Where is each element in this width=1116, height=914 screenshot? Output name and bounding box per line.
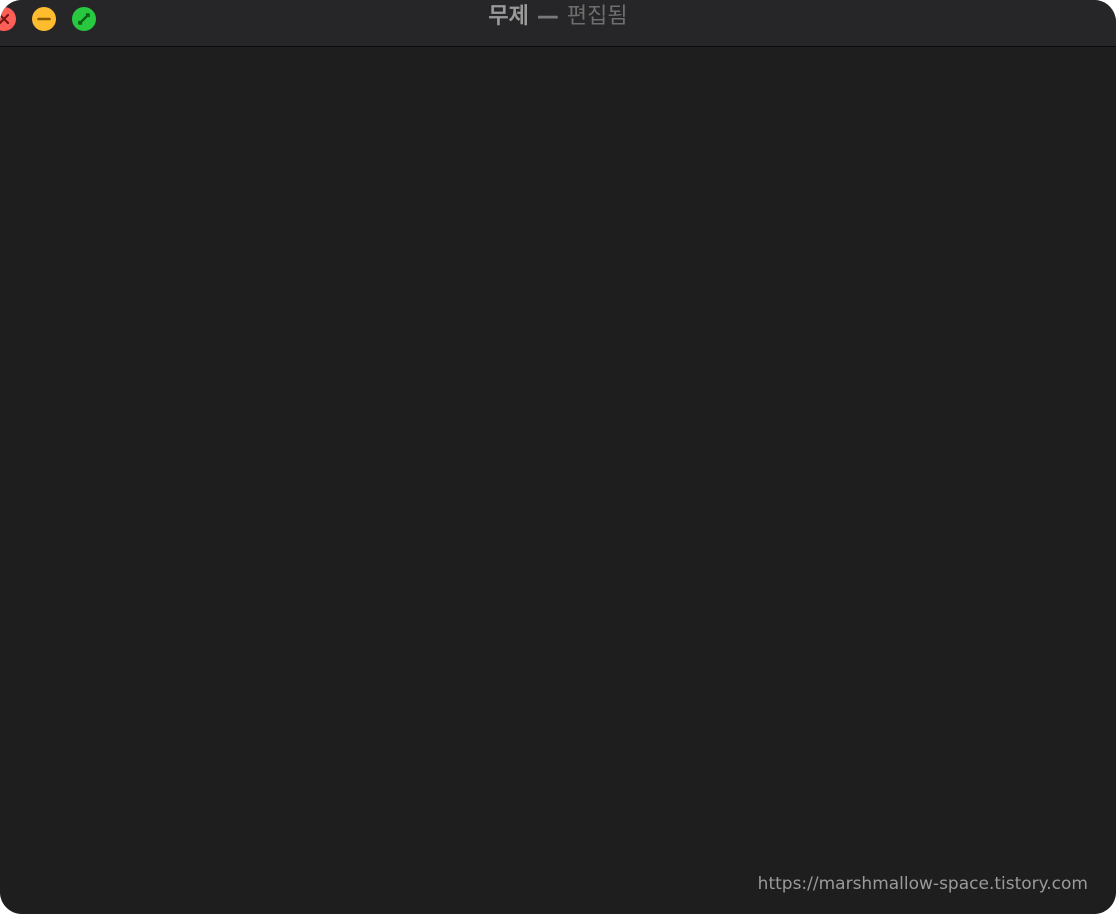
edited-status: 편집됨 — [566, 4, 628, 29]
watermark-url: https://marshmallow-space.tistory.com — [757, 874, 1088, 894]
title-bar[interactable]: 무제 — 편집됨 — [0, 0, 1116, 47]
app-window: 무제 — 편집됨 https://marshmallow-space.tistory… — [0, 0, 1116, 914]
title-separator: — — [536, 4, 559, 29]
document-name: 무제 — [488, 4, 529, 29]
window-title: 무제 — 편집됨 — [0, 0, 1116, 36]
document-area[interactable] — [0, 47, 1116, 914]
